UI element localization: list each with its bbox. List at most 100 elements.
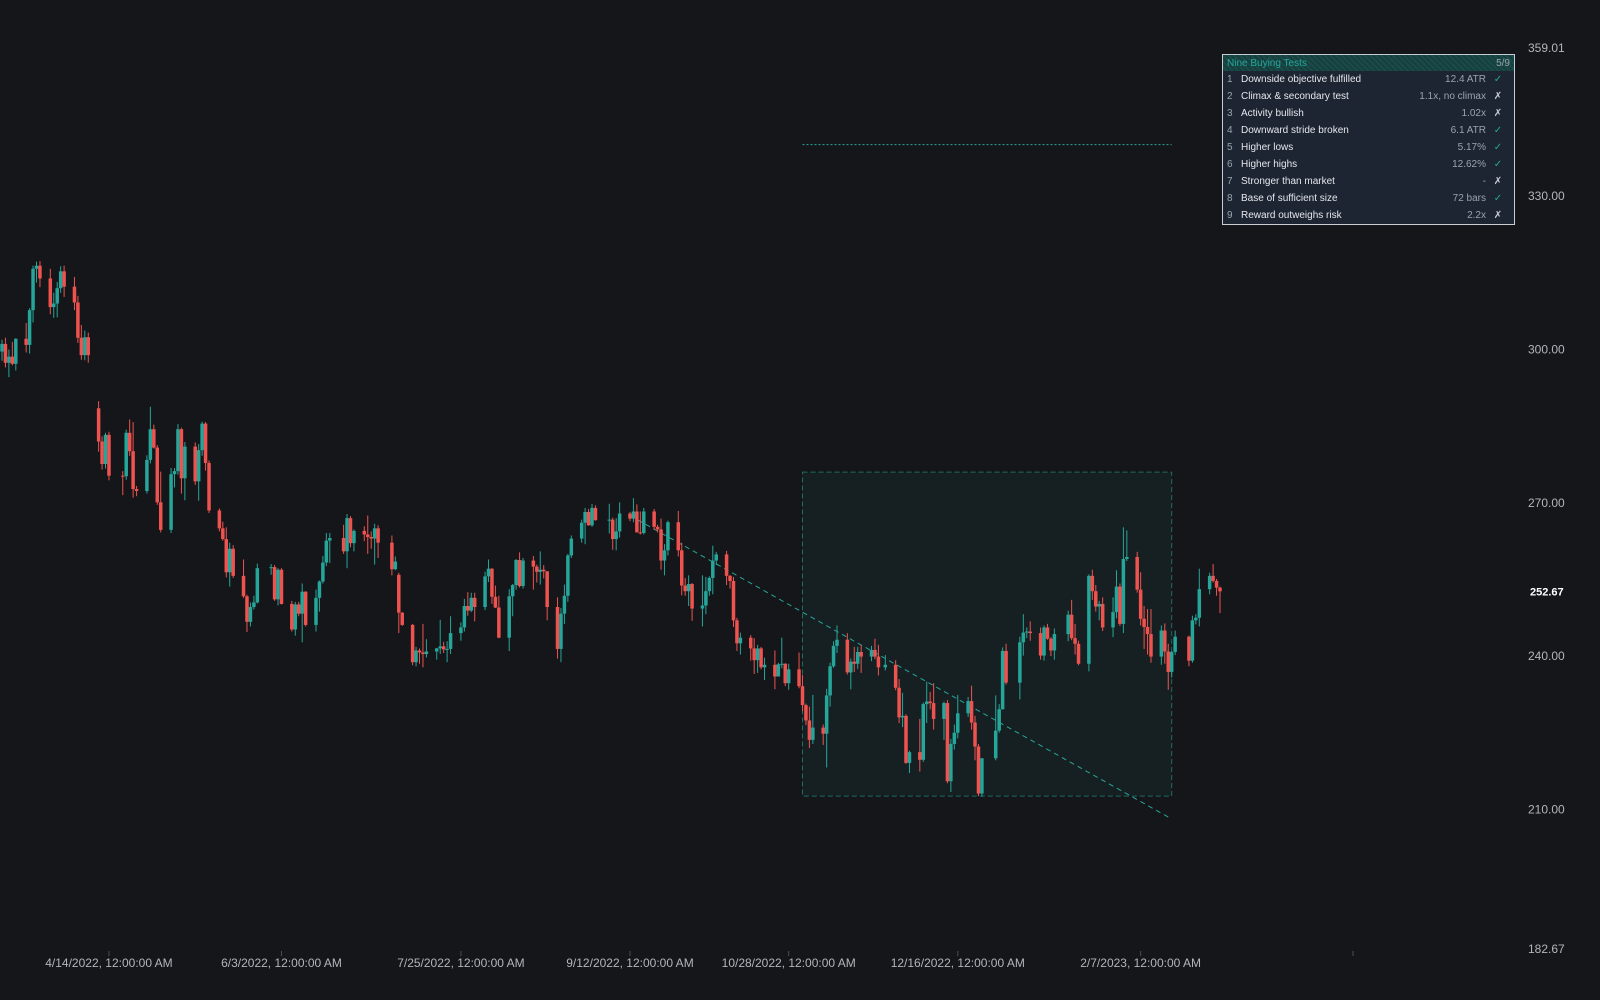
- time-tick-label: 4/14/2022, 12:00:00 AM: [45, 956, 172, 970]
- candle-body: [472, 597, 477, 608]
- candle-body: [148, 429, 153, 460]
- candle-body: [655, 526, 660, 530]
- candle-body: [397, 574, 401, 613]
- candle: [27, 308, 32, 354]
- candle-body: [945, 703, 950, 782]
- candle-body: [3, 343, 8, 363]
- candle-body: [124, 432, 128, 477]
- candle: [183, 441, 187, 501]
- test-name: Downside objective fulfilled: [1241, 74, 1362, 85]
- price-axis: 359.01 330.00 300.00 270.00 240.00 210.00 182.…: [1528, 41, 1565, 956]
- candle-body: [145, 459, 149, 492]
- candle-body: [949, 743, 953, 782]
- candle: [686, 575, 691, 607]
- candle: [103, 432, 108, 469]
- candle: [152, 424, 156, 449]
- candle-body: [38, 265, 42, 279]
- time-tick-label: 10/28/2022, 12:00:00 AM: [722, 956, 856, 970]
- candle-body: [707, 577, 712, 592]
- candle: [410, 623, 415, 666]
- candle-body: [907, 752, 912, 763]
- candle-body: [1025, 631, 1029, 633]
- candle-body: [224, 539, 229, 573]
- candle-body: [1004, 650, 1008, 683]
- candle: [921, 702, 926, 762]
- candle-body: [800, 686, 805, 706]
- candle-body: [76, 302, 80, 338]
- candle-body: [303, 591, 308, 625]
- candle-body: [1207, 575, 1212, 590]
- candle: [121, 471, 125, 496]
- test-row: 4 Downward stride broken 6.1 ATR ✓: [1223, 122, 1514, 139]
- candle: [96, 401, 101, 452]
- check-icon: ✓: [1493, 193, 1503, 204]
- candle-body: [376, 528, 380, 543]
- candle-body: [590, 507, 594, 526]
- candle: [1190, 615, 1195, 663]
- candle: [321, 555, 325, 584]
- candle-body: [797, 669, 801, 687]
- candle: [176, 424, 180, 475]
- candle: [296, 601, 301, 617]
- candle-body: [127, 432, 132, 452]
- candle-body: [424, 651, 429, 655]
- candle: [55, 282, 59, 318]
- candle: [324, 532, 329, 567]
- candle-body: [538, 569, 543, 572]
- candle-body: [1028, 631, 1032, 634]
- candle: [1042, 625, 1046, 661]
- candle: [759, 646, 763, 670]
- candle-body: [1038, 633, 1043, 656]
- candle: [535, 564, 539, 583]
- candle: [417, 648, 422, 664]
- candle-body: [86, 337, 91, 356]
- cross-icon: ✗: [1493, 210, 1503, 221]
- candle-body: [241, 575, 246, 597]
- candle-body: [1045, 627, 1050, 639]
- candle-body: [956, 713, 960, 733]
- candle-body: [904, 715, 908, 763]
- candle: [466, 592, 470, 616]
- candle-body: [272, 567, 277, 600]
- price-tick-label: 182.67: [1528, 942, 1565, 956]
- candle: [583, 507, 587, 545]
- candle: [776, 662, 781, 677]
- candle: [100, 436, 104, 470]
- candle: [38, 261, 42, 288]
- test-name: Higher highs: [1241, 159, 1298, 170]
- candle-body: [804, 705, 808, 721]
- candle-body: [7, 356, 11, 363]
- candle: [1087, 574, 1091, 672]
- candle: [617, 502, 622, 538]
- candle-body: [507, 596, 511, 638]
- price-tick-label: 330.00: [1528, 189, 1565, 203]
- candle-body: [631, 511, 636, 519]
- candle-body: [704, 591, 708, 606]
- candle-body: [642, 511, 646, 533]
- candle: [904, 714, 908, 764]
- candle: [679, 542, 684, 596]
- candle: [1173, 630, 1177, 656]
- candle-body: [1118, 586, 1122, 624]
- candle: [783, 663, 787, 687]
- candle-body: [203, 423, 208, 463]
- candle: [976, 743, 981, 797]
- candle: [76, 295, 80, 343]
- candle-body: [686, 584, 691, 592]
- candle-body: [517, 560, 522, 587]
- candle-body: [31, 268, 35, 311]
- candle: [193, 442, 197, 485]
- candle-body: [738, 637, 743, 644]
- candle-body: [690, 584, 694, 609]
- candle-body: [1187, 636, 1191, 661]
- candle-body: [1125, 556, 1129, 559]
- candle: [272, 565, 277, 601]
- check-icon: ✓: [1493, 142, 1503, 153]
- check-icon: ✓: [1493, 125, 1503, 136]
- candle: [510, 584, 515, 617]
- candle-body: [72, 286, 77, 303]
- candle-body: [852, 661, 857, 664]
- test-value: 2.2x: [1467, 210, 1486, 221]
- candle-body: [711, 560, 715, 578]
- candle: [227, 542, 232, 587]
